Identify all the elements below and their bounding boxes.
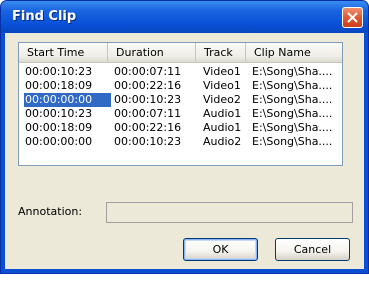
title-bar[interactable]: Find Clip xyxy=(1,1,368,33)
track-cell: Video2 xyxy=(203,93,241,106)
window-title: Find Clip xyxy=(12,9,77,24)
table-row[interactable]: 00:00:18:09 00:00:22:16 Audio1 E:\Song\S… xyxy=(19,121,342,135)
cancel-button[interactable]: Cancel xyxy=(275,238,350,261)
annotation-label: Annotation: xyxy=(18,205,83,218)
track-cell: Video1 xyxy=(203,65,241,78)
ok-button[interactable]: OK xyxy=(183,238,258,261)
start-time-cell: 00:00:10:23 xyxy=(25,107,93,120)
close-icon xyxy=(347,12,358,23)
table-row[interactable]: 00:00:18:09 00:00:22:16 Video1 E:\Song\S… xyxy=(19,79,342,93)
close-button[interactable] xyxy=(342,7,363,28)
table-row-selected[interactable]: 00:00:00:00 00:00:10:23 Video2 E:\Song\S… xyxy=(19,92,342,108)
start-time-cell: 00:00:18:09 xyxy=(25,79,93,92)
clip-name-cell: E:\Song\Sha.... xyxy=(252,121,333,134)
start-time-cell: 00:00:00:00 xyxy=(25,135,93,148)
track-cell: Audio1 xyxy=(203,107,242,120)
table-row[interactable]: 00:00:10:23 00:00:07:11 Video1 E:\Song\S… xyxy=(19,65,342,79)
dialog-body: Start Time Duration Track Clip Name 00:0… xyxy=(5,33,364,269)
duration-cell: 00:00:22:16 xyxy=(114,121,182,134)
duration-cell: 00:00:10:23 xyxy=(114,93,182,106)
find-clip-dialog: Find Clip Start Time Duration Track Clip… xyxy=(0,0,369,274)
duration-cell: 00:00:22:16 xyxy=(114,79,182,92)
start-time-cell: 00:00:10:23 xyxy=(25,65,93,78)
column-header-track[interactable]: Track xyxy=(196,43,246,62)
track-cell: Video1 xyxy=(203,79,241,92)
start-time-cell: 00:00:18:09 xyxy=(25,121,93,134)
table-row[interactable]: 00:00:00:00 00:00:10:23 Audio2 E:\Song\S… xyxy=(19,135,342,149)
column-header-start-time[interactable]: Start Time xyxy=(19,43,108,62)
background-strip xyxy=(0,274,369,286)
clip-name-cell: E:\Song\Sha.... xyxy=(252,135,333,148)
clip-list[interactable]: Start Time Duration Track Clip Name 00:0… xyxy=(18,42,343,166)
column-header-clip-name[interactable]: Clip Name xyxy=(246,43,342,62)
start-time-cell: 00:00:00:00 xyxy=(23,92,112,108)
list-header: Start Time Duration Track Clip Name xyxy=(19,43,342,63)
annotation-field[interactable] xyxy=(106,202,353,223)
column-header-duration[interactable]: Duration xyxy=(108,43,196,62)
duration-cell: 00:00:07:11 xyxy=(114,65,182,78)
duration-cell: 00:00:10:23 xyxy=(114,135,182,148)
clip-name-cell: E:\Song\Sha.... xyxy=(252,79,333,92)
clip-name-cell: E:\Song\Sha.... xyxy=(252,93,333,106)
table-row[interactable]: 00:00:10:23 00:00:07:11 Audio1 E:\Song\S… xyxy=(19,107,342,121)
track-cell: Audio2 xyxy=(203,135,242,148)
clip-name-cell: E:\Song\Sha.... xyxy=(252,107,333,120)
duration-cell: 00:00:07:11 xyxy=(114,107,182,120)
clip-name-cell: E:\Song\Sha.... xyxy=(252,65,333,78)
track-cell: Audio1 xyxy=(203,121,242,134)
